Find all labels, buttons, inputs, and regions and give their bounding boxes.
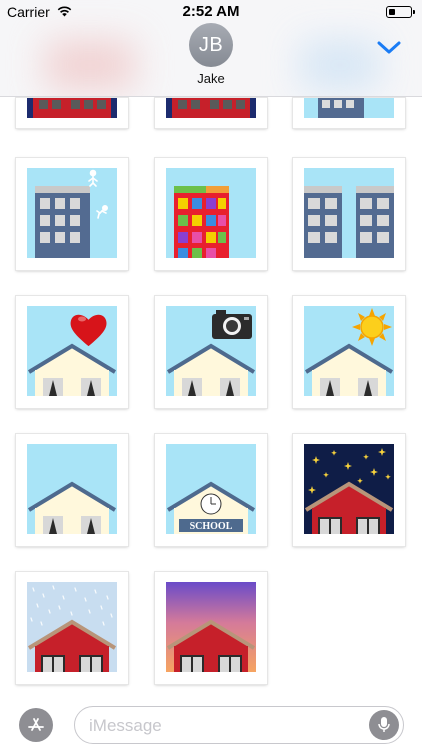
message-input[interactable]: iMessage bbox=[74, 706, 404, 744]
sticker-house-heart[interactable] bbox=[16, 296, 128, 408]
sticker-colorful-building[interactable] bbox=[155, 158, 267, 270]
sticker-house-sunset[interactable] bbox=[155, 572, 267, 684]
battery-icon bbox=[386, 6, 415, 18]
sticker-house-snow[interactable] bbox=[16, 572, 128, 684]
message-input-placeholder: iMessage bbox=[89, 716, 162, 735]
sticker-house-plain[interactable] bbox=[16, 434, 128, 546]
app-store-button[interactable] bbox=[19, 708, 53, 742]
sticker-house-camera[interactable] bbox=[155, 296, 267, 408]
status-bar: Carrier 2:52 AM bbox=[0, 0, 422, 24]
chevron-down-icon[interactable] bbox=[376, 37, 402, 57]
microphone-icon bbox=[378, 717, 390, 732]
contact-name[interactable]: Jake bbox=[0, 71, 422, 86]
sticker-skyscraper-jumper[interactable] bbox=[16, 158, 128, 270]
app-store-icon bbox=[28, 718, 44, 731]
microphone-button[interactable] bbox=[369, 710, 399, 740]
avatar[interactable]: JB bbox=[189, 23, 233, 67]
sticker-school[interactable]: SCHOOL bbox=[155, 434, 267, 546]
sticker-twin-towers[interactable] bbox=[293, 158, 405, 270]
compose-bar: iMessage bbox=[0, 700, 422, 750]
sticker-building-red-night-partial[interactable] bbox=[16, 98, 128, 128]
sticker-house-night-stars[interactable] bbox=[293, 434, 405, 546]
sticker-building-blue-partial[interactable] bbox=[293, 98, 405, 128]
sticker-building-red-night-partial-2[interactable] bbox=[155, 98, 267, 128]
sticker-house-sun[interactable] bbox=[293, 296, 405, 408]
school-sign-text: SCHOOL bbox=[190, 521, 233, 532]
clock: 2:52 AM bbox=[182, 3, 240, 20]
